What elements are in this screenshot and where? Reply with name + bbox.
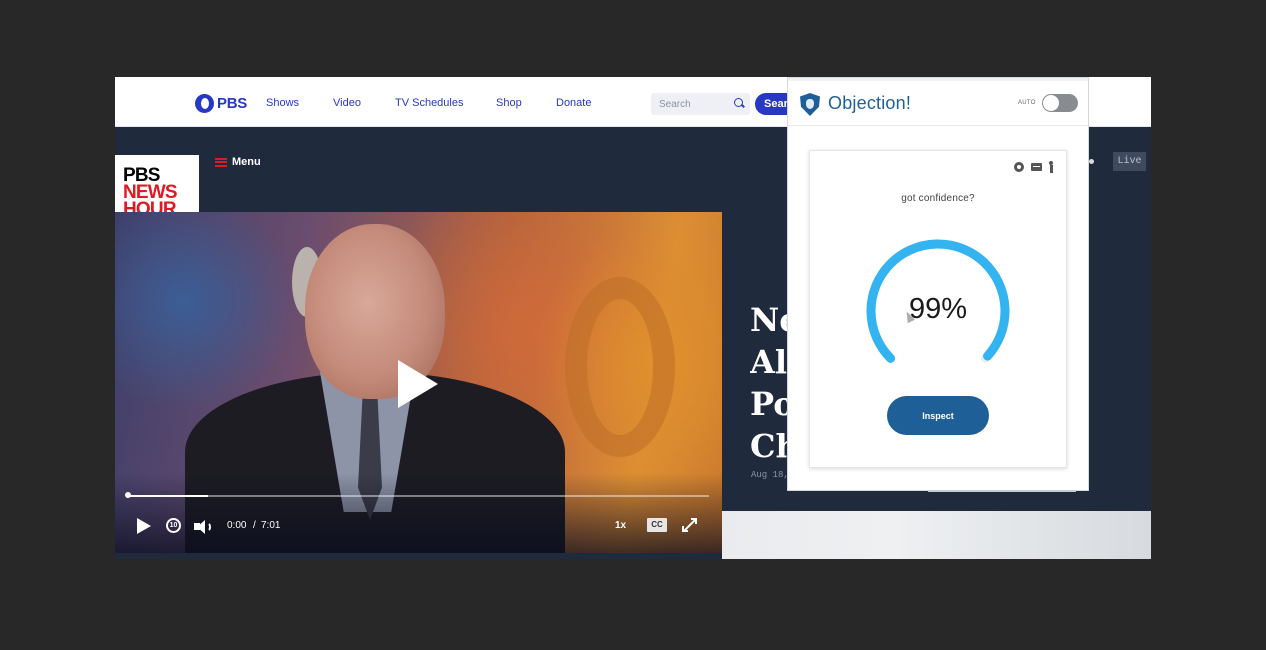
confidence-value: 99% (908, 293, 968, 325)
extension-header: Objection! AUTO (788, 78, 1088, 126)
video-controls-shade (115, 473, 722, 553)
live-button[interactable]: Live (1113, 152, 1146, 171)
menu-button[interactable]: Menu (215, 156, 261, 168)
auto-toggle-knob (1043, 95, 1059, 111)
pbs-logo-text: PBS (217, 95, 247, 112)
play-icon[interactable] (137, 518, 151, 534)
video-time-separator: / (253, 520, 256, 531)
video-current-time: 0:00 (227, 520, 247, 531)
objection-extension-popup: Objection! AUTO got confidence? 99% Insp… (787, 77, 1089, 492)
pbs-head-icon (195, 94, 214, 113)
inspect-button[interactable]: Inspect (887, 396, 989, 435)
playback-speed-button[interactable]: 1x (615, 520, 626, 531)
dot-icon (1089, 159, 1094, 164)
volume-icon[interactable] (194, 520, 212, 534)
nav-link-shows[interactable]: Shows (266, 97, 299, 109)
video-progress-fill (127, 495, 209, 497)
hamburger-menu-icon (215, 157, 227, 167)
replay-10-icon[interactable]: 10 (166, 518, 181, 533)
github-icon[interactable] (1014, 162, 1024, 172)
accessibility-icon[interactable] (1047, 161, 1055, 173)
nav-link-video[interactable]: Video (333, 97, 361, 109)
auto-toggle[interactable] (1042, 94, 1078, 112)
menu-label: Menu (232, 156, 261, 168)
confidence-card: got confidence? 99% Inspect (809, 150, 1067, 468)
nav-link-shop[interactable]: Shop (496, 97, 522, 109)
search-box (651, 93, 750, 115)
shield-icon (800, 93, 820, 116)
nav-link-donate[interactable]: Donate (556, 97, 591, 109)
big-play-icon[interactable] (398, 360, 438, 408)
search-icon[interactable] (734, 98, 743, 107)
fullscreen-icon[interactable] (682, 518, 697, 532)
confidence-prompt: got confidence? (901, 193, 975, 204)
search-input[interactable] (651, 93, 726, 115)
keyboard-icon[interactable] (1031, 163, 1042, 171)
nav-link-tv-schedules[interactable]: TV Schedules (395, 97, 463, 109)
video-progress-bar[interactable] (127, 495, 709, 497)
video-background-shape (565, 277, 675, 457)
extension-title: Objection! (828, 93, 912, 113)
auto-label: AUTO (1018, 100, 1036, 106)
video-player[interactable]: 10 0:00 / 7:01 1x CC (115, 212, 722, 553)
pbs-logo[interactable]: PBS (195, 94, 247, 113)
video-progress-handle[interactable] (125, 492, 131, 498)
video-total-time: 7:01 (261, 520, 281, 531)
closed-captions-button[interactable]: CC (647, 518, 667, 532)
article-date: Aug 18, (751, 470, 789, 480)
popup-bottom-divider (928, 490, 1076, 492)
content-strip (722, 511, 1151, 559)
